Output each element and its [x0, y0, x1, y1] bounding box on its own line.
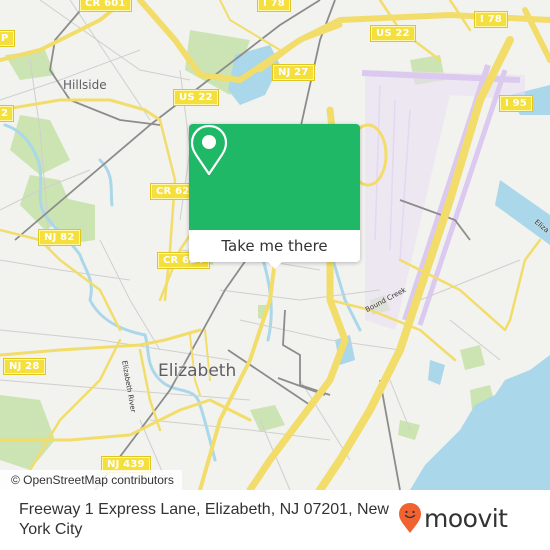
popup-pointer [267, 261, 283, 269]
popup-header [189, 124, 360, 230]
road-shield-us-22-top: US 22 [370, 25, 416, 42]
place-label-hillside: Hillside [63, 78, 107, 92]
moovit-logo[interactable]: moovit [398, 500, 508, 536]
road-shield-cr-601: CR 601 [79, 0, 132, 12]
map-pin-icon [190, 124, 228, 176]
road-shield-i-78-right: I 78 [474, 11, 508, 28]
place-label-elizabeth: Elizabeth [158, 361, 237, 381]
road-shield-us-22-left: US 22 [173, 89, 219, 106]
road-shield-nj-82-left: 2 [0, 105, 15, 122]
brand-name: moovit [424, 503, 508, 533]
footer: Freeway 1 Express Lane, Elizabeth, NJ 07… [0, 490, 550, 550]
road-shield-nj-27: NJ 27 [272, 64, 315, 81]
take-me-there-button[interactable]: Take me there [189, 230, 360, 262]
map-attribution: © OpenStreetMap contributors [0, 470, 182, 490]
moovit-pin-face-icon [399, 503, 421, 533]
road-shield-gsp: P [0, 30, 15, 47]
road-shield-nj-82: NJ 82 [38, 229, 81, 246]
address-text: Freeway 1 Express Lane, Elizabeth, NJ 07… [19, 501, 389, 538]
map-view[interactable]: CR 601 I 78 P US 22 I 78 NJ 27 US 22 2 I… [0, 0, 550, 490]
road-shield-i-78-left: I 78 [257, 0, 291, 12]
road-shield-nj-28: NJ 28 [3, 358, 46, 375]
location-popup: Take me there [189, 124, 360, 269]
road-shield-i-95: I 95 [499, 95, 533, 112]
